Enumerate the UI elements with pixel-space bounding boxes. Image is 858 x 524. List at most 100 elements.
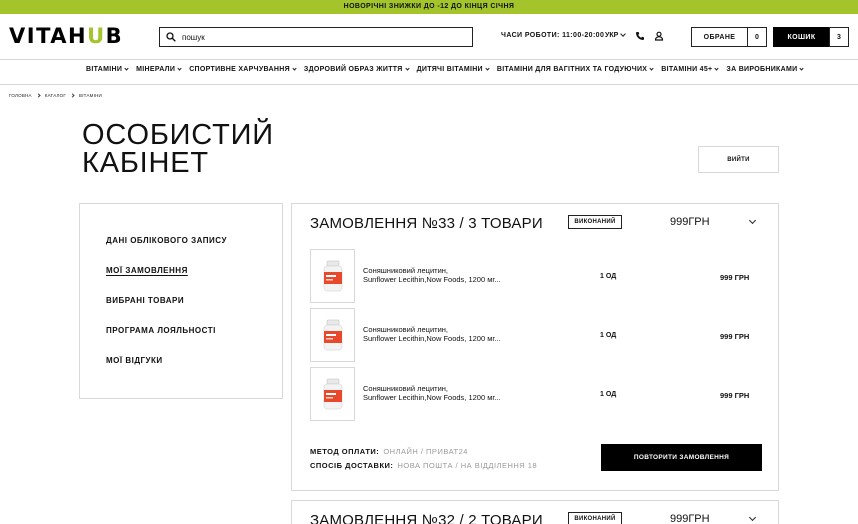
breadcrumb: ГОЛОВНА КАТАЛОГ ВІТАМІНИ [9,93,102,98]
user-icon[interactable] [654,31,664,41]
breadcrumb-home[interactable]: ГОЛОВНА [9,93,32,98]
product-name-line1: Соняшниковий лецитин, [363,384,449,393]
status-badge: ВИКОНАНИЙ [568,215,622,229]
order-card: ЗАМОВЛЕННЯ №33 / 3 ТОВАРИ ВИКОНАНИЙ 999Г… [291,203,779,491]
main-nav: ВІТАМІНИ МІНЕРАЛИ СПОРТИВНЕ ХАРЧУВАННЯ З… [86,66,805,73]
nav-item-label: ДИТЯЧІ ВІТАМІНИ [416,66,483,73]
order-title[interactable]: ЗАМОВЛЕННЯ №32 / 2 ТОВАРИ [310,512,543,524]
chevron-down-icon [649,66,654,71]
nav-item-label: ВІТАМІНИ 45+ [661,66,713,73]
nav-item-label: МІНЕРАЛИ [136,66,176,73]
chevron-down-icon [799,66,805,71]
account-sidebar: ДАНІ ОБЛІКОВОГО ЗАПИСУ МОЇ ЗАМОВЛЕННЯ ВИ… [79,203,283,399]
product-price: 999 ГРН [720,332,750,341]
nav-item-label: СПОРТИВНЕ ХАРЧУВАННЯ [189,66,290,73]
product-name[interactable]: Соняшниковий лецитин, Sunflower Lecithin… [363,384,523,402]
order-total: 999ГРН [670,216,710,228]
favorites-button[interactable]: ОБРАНЕ [691,27,748,47]
order-title[interactable]: ЗАМОВЛЕННЯ №33 / 3 ТОВАРИ [310,215,543,232]
nav-item-healthy[interactable]: ЗДОРОВИЙ ОБРАЗ ЖИТТЯ [303,66,410,73]
breadcrumb-current: ВІТАМІНИ [79,93,102,98]
chevron-down-icon [404,66,410,71]
product-name[interactable]: Соняшниковий лецитин, Sunflower Lecithin… [363,266,523,284]
search-icon [166,32,176,42]
page-title: ОСОБИСТИЙ КАБІНЕТ [82,121,342,179]
cart-count[interactable]: 3 [829,27,849,47]
chevron-down-icon [124,66,129,71]
nav-item-label: ЗДОРОВИЙ ОБРАЗ ЖИТТЯ [303,66,403,73]
working-hours: ЧАСИ РОБОТИ: 11:00-20:00 [501,32,605,39]
status-badge: ВИКОНАНИЙ [568,512,622,524]
header-divider [0,59,858,60]
logo[interactable]: VITAH U B [9,24,124,48]
search-input[interactable] [182,32,462,42]
logo-accent-letter: U [87,24,106,48]
nav-item-label: ВІТАМІНИ ДЛЯ ВАГІТНИХ ТА ГОДУЮЧИХ [496,66,648,73]
product-name-line1: Соняшниковий лецитин, [363,266,449,275]
product-quantity: 1 ОД [600,391,617,398]
nav-item-pregnant[interactable]: ВІТАМІНИ ДЛЯ ВАГІТНИХ ТА ГОДУЮЧИХ [496,66,654,73]
payment-method-value: ОНЛАЙН / ПРИВАТ24 [383,447,468,456]
sidebar-item-loyalty[interactable]: ПРОГРАМА ЛОЯЛЬНОСТІ [106,326,216,335]
supplement-bottle-icon [323,378,342,410]
nav-item-brands[interactable]: ЗА ВИРОБНИКАМИ [726,66,805,73]
phone-icon[interactable] [635,31,645,41]
chevron-down-icon [177,66,182,71]
product-name-line2: Sunflower Lecithin,Now Foods, 1200 мг... [363,393,501,402]
chevron-down-icon [485,66,490,71]
favorites-count[interactable]: 0 [747,27,767,47]
nav-item-minerals[interactable]: МІНЕРАЛИ [136,66,182,73]
chevron-down-icon [620,31,627,37]
chevron-down-icon[interactable] [748,513,757,522]
product-thumbnail[interactable] [310,367,355,421]
chevron-down-icon [714,66,720,71]
language-select[interactable]: УКР [605,31,627,39]
cart-button[interactable]: КОШИК [773,27,830,47]
payment-method: МЕТОД ОПЛАТИ: ОНЛАЙН / ПРИВАТ24 [310,447,468,456]
order-item-row: Соняшниковий лецитин, Sunflower Lecithin… [310,308,762,362]
sidebar-item-my-orders[interactable]: МОЇ ЗАМОВЛЕННЯ [106,266,188,275]
promo-banner[interactable]: НОВОРІЧНІ ЗНИЖКИ ДО -12 ДО КІНЦЯ СІЧНЯ [0,0,858,14]
product-name-line1: Соняшниковий лецитин, [363,325,449,334]
repeat-order-button[interactable]: ПОВТОРИТИ ЗАМОВЛЕННЯ [601,444,762,471]
sidebar-item-favorites[interactable]: ВИБРАНІ ТОВАРИ [106,296,184,305]
supplement-bottle-icon [323,260,342,292]
product-quantity: 1 ОД [600,273,617,280]
nav-item-vitamins[interactable]: ВІТАМІНИ [86,66,129,73]
product-thumbnail[interactable] [310,249,355,303]
chevron-down-icon [292,66,297,71]
logo-text-end: B [105,24,124,48]
order-item-row: Соняшниковий лецитин, Sunflower Lecithin… [310,367,762,421]
delivery-method-value: НОВА ПОШТА / НА ВІДДІЛЕННЯ 18 [397,461,538,470]
nav-item-label: ЗА ВИРОБНИКАМИ [726,66,798,73]
chevron-right-icon [70,93,75,98]
language-label: УКР [605,32,619,39]
delivery-method-label: СПОСІБ ДОСТАВКИ: [310,461,394,470]
order-card: ЗАМОВЛЕННЯ №32 / 2 ТОВАРИ ВИКОНАНИЙ 999Г… [291,500,779,524]
order-total: 999ГРН [670,513,710,524]
nav-item-kids[interactable]: ДИТЯЧІ ВІТАМІНИ [416,66,490,73]
nav-item-label: ВІТАМІНИ [86,66,123,73]
order-item-row: Соняшниковий лецитин, Sunflower Lecithin… [310,249,762,303]
delivery-method: СПОСІБ ДОСТАВКИ: НОВА ПОШТА / НА ВІДДІЛЕН… [310,461,537,470]
logout-button[interactable]: ВИЙТИ [698,146,779,173]
nav-divider [0,84,858,85]
sidebar-item-reviews[interactable]: МОЇ ВІДГУКИ [106,356,163,365]
chevron-down-icon[interactable] [748,216,757,225]
product-price: 999 ГРН [720,391,750,400]
sidebar-item-account-data[interactable]: ДАНІ ОБЛІКОВОГО ЗАПИСУ [106,236,227,245]
chevron-right-icon [36,93,41,98]
product-quantity: 1 ОД [600,332,617,339]
page-title-line2: КАБІНЕТ [82,147,209,179]
supplement-bottle-icon [323,319,342,351]
product-thumbnail[interactable] [310,308,355,362]
product-name-line2: Sunflower Lecithin,Now Foods, 1200 мг... [363,334,501,343]
product-name[interactable]: Соняшниковий лецитин, Sunflower Lecithin… [363,325,523,343]
breadcrumb-catalog[interactable]: КАТАЛОГ [45,93,66,98]
nav-item-sport[interactable]: СПОРТИВНЕ ХАРЧУВАННЯ [189,66,297,73]
logo-text: VITAH [9,24,88,48]
product-name-line2: Sunflower Lecithin,Now Foods, 1200 мг... [363,275,501,284]
product-price: 999 ГРН [720,273,750,282]
nav-item-45plus[interactable]: ВІТАМІНИ 45+ [661,66,720,73]
search-box[interactable] [159,27,473,47]
